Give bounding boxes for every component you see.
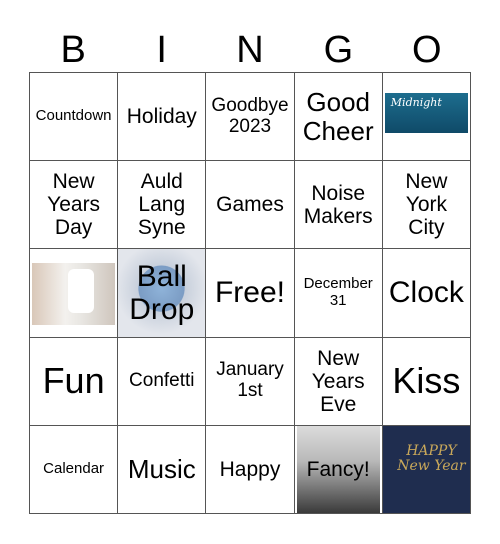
cell-label: Noise Makers <box>303 181 373 228</box>
cell-label: Free! <box>214 276 285 310</box>
midnight-image: Midnight <box>384 93 468 133</box>
cell-label: Countdown <box>35 107 112 125</box>
bingo-cell[interactable]: Happy <box>206 425 295 514</box>
cell-label: Kiss <box>392 360 461 402</box>
cell-label: January 1st <box>216 359 284 402</box>
cell-label: Auld Lang Syne <box>137 170 186 240</box>
cell-label: New York City <box>405 170 448 240</box>
bingo-cell[interactable]: Fun <box>30 337 119 426</box>
bingo-cell[interactable]: Ball Drop <box>118 249 207 338</box>
bingo-cell[interactable]: December 31 <box>294 249 383 338</box>
header-letter-o: O <box>412 29 442 71</box>
bingo-cell[interactable]: Confetti <box>118 337 207 426</box>
cell-label: Ball Drop <box>129 259 195 326</box>
bingo-cell[interactable]: Music <box>118 425 207 514</box>
bingo-cell[interactable]: Free! <box>206 249 295 338</box>
bingo-cell[interactable]: New Years Day <box>30 161 119 250</box>
cell-label: New Years Eve <box>311 346 365 416</box>
cell-label: New Years Day <box>47 170 101 240</box>
bingo-cell[interactable]: January 1st <box>206 337 295 426</box>
image-caption: Midnight <box>390 96 442 109</box>
header-letter-g: G <box>323 29 354 71</box>
cell-label: Good Cheer <box>302 87 374 146</box>
bingo-cell[interactable]: Good Cheer <box>294 73 383 162</box>
bingo-cell[interactable]: Noise Makers <box>294 161 383 250</box>
cell-label: Calendar <box>43 460 105 478</box>
bingo-cell[interactable]: Midnight <box>382 73 471 162</box>
bingo-cell[interactable]: New Years Eve <box>294 337 383 426</box>
image-caption: HAPPY New Year <box>397 442 466 475</box>
bingo-cell[interactable]: Countdown <box>30 73 119 162</box>
cell-label: Holiday <box>126 105 197 129</box>
bingo-cell[interactable]: Auld Lang Syne <box>118 161 207 250</box>
header-letter-b: B <box>60 29 86 71</box>
baby-onesie-image <box>32 263 116 326</box>
bingo-cell[interactable]: New York City <box>382 161 471 250</box>
cell-label: Games <box>216 193 284 217</box>
cell-label: December 31 <box>303 275 373 309</box>
bingo-card: Countdown Holiday Goodbye 2023 Good Cheer Midn… <box>29 72 471 514</box>
cell-label: Happy <box>219 457 281 481</box>
happy-new-year-image: HAPPY New Year <box>382 425 470 513</box>
bingo-cell[interactable]: Holiday <box>118 73 207 162</box>
bingo-cell[interactable]: Calendar <box>30 425 119 514</box>
bingo-cell[interactable]: Goodbye 2023 <box>206 73 295 162</box>
bingo-cell[interactable]: Games <box>206 161 295 250</box>
cell-label: Confetti <box>129 369 195 391</box>
cell-label: Fancy! <box>306 457 370 481</box>
bingo-cell[interactable]: Fancy! <box>294 425 383 514</box>
cell-label: Clock <box>388 276 464 310</box>
bingo-header: B I N G O <box>29 28 471 72</box>
bingo-cell[interactable]: Kiss <box>382 337 471 426</box>
cell-label: Music <box>127 454 196 485</box>
bingo-cell[interactable]: HAPPY New Year <box>382 425 471 514</box>
bingo-cell[interactable]: Clock <box>382 249 471 338</box>
header-letter-i: I <box>156 29 167 71</box>
onesie-shape <box>68 269 94 314</box>
bingo-cell[interactable] <box>30 249 119 338</box>
header-letter-n: N <box>236 29 264 71</box>
cell-label: Fun <box>42 360 105 402</box>
cell-label: Goodbye 2023 <box>211 94 289 137</box>
